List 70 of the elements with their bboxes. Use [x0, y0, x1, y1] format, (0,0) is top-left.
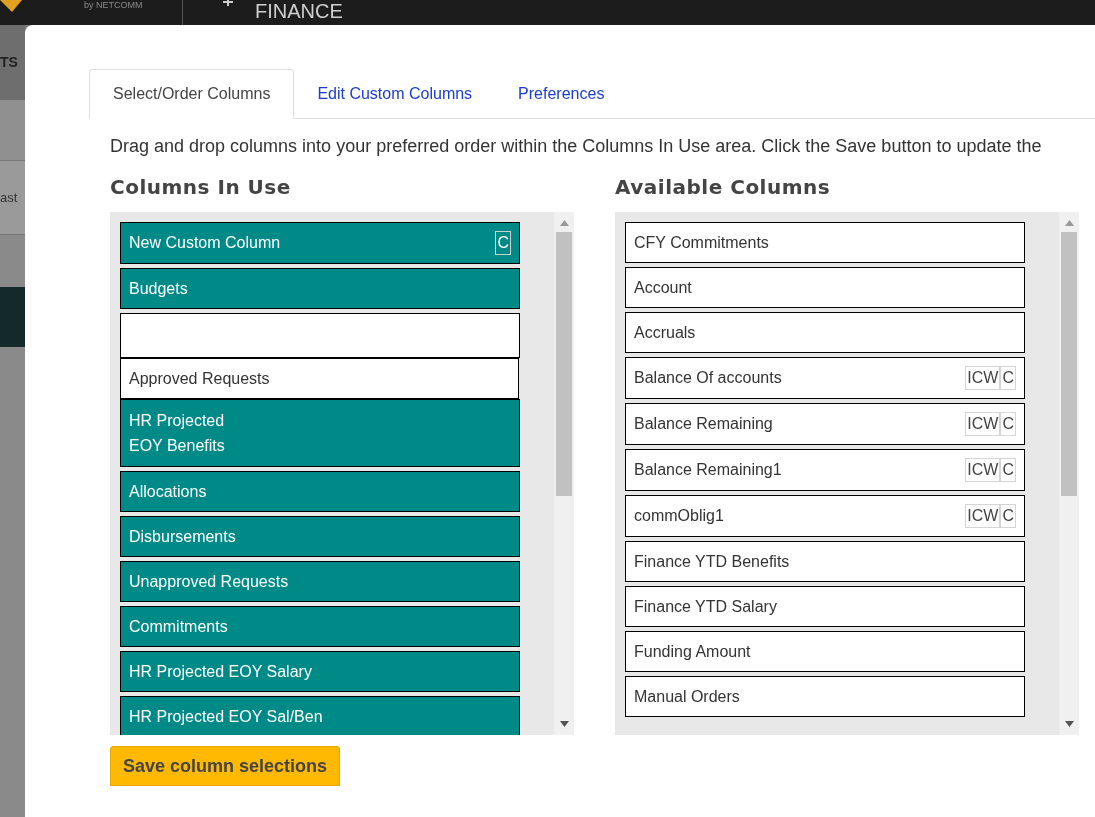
- column-label: Accruals: [634, 322, 696, 343]
- scrollbar-thumb[interactable]: [556, 232, 572, 496]
- column-label: Unapproved Requests: [129, 571, 289, 592]
- column-item[interactable]: Allocations: [120, 471, 520, 512]
- scroll-down-icon[interactable]: [1064, 721, 1074, 727]
- column-item[interactable]: Funding Amount: [625, 631, 1025, 672]
- column-label: Allocations: [129, 481, 207, 502]
- panel-heading: Columns In Use: [110, 174, 292, 200]
- column-item[interactable]: CFY Commitments: [625, 222, 1025, 263]
- tab[interactable]: Preferences: [495, 69, 628, 118]
- sidebar-row: [0, 287, 25, 347]
- scrollbar[interactable]: [1059, 212, 1079, 735]
- column-item[interactable]: Accruals: [625, 312, 1025, 353]
- column-item[interactable]: Balance Remaining1 ICW C: [625, 449, 1025, 491]
- column-tag[interactable]: C: [1000, 458, 1016, 482]
- column-label: HR Projected EOY Benefits: [129, 411, 225, 456]
- column-label: Balance Remaining: [634, 414, 773, 434]
- column-tag[interactable]: C: [1000, 504, 1016, 528]
- column-item[interactable]: HR Projected EOY Salary: [120, 651, 520, 692]
- column-label: CFY Commitments: [634, 232, 769, 253]
- column-label: Manual Orders: [634, 686, 740, 707]
- column-item[interactable]: Account: [625, 267, 1025, 308]
- column-label: Commitments: [129, 616, 228, 637]
- column-item[interactable]: Balance Of accounts ICW C: [625, 357, 1025, 399]
- column-label: commOblig1: [634, 506, 724, 526]
- column-label: Balance Of accounts: [634, 368, 782, 388]
- column-label: Disbursements: [129, 526, 236, 547]
- sidebar-item[interactable]: ast: [0, 187, 18, 208]
- scrollbar-thumb[interactable]: [1061, 232, 1077, 496]
- column-label: Balance Remaining1: [634, 460, 782, 480]
- column-item[interactable]: commOblig1 ICW C: [625, 495, 1025, 537]
- column-tag[interactable]: C: [1000, 366, 1016, 390]
- logo-tagline: by NETCOMM: [84, 0, 143, 10]
- scrollbar[interactable]: [554, 212, 574, 735]
- scroll-down-icon[interactable]: [559, 721, 569, 727]
- column-item[interactable]: New Custom Column C: [120, 222, 520, 264]
- dragged-column-item[interactable]: Approved Requests: [120, 358, 519, 399]
- column-tag[interactable]: ICW: [965, 412, 1001, 436]
- column-item[interactable]: Balance Remaining ICW C: [625, 403, 1025, 445]
- column-label: Finance YTD Salary: [634, 596, 777, 617]
- column-item[interactable]: Commitments: [120, 606, 520, 647]
- save-button[interactable]: Save column selections: [110, 746, 341, 786]
- column-label: HR Projected EOY Sal/Ben: [129, 706, 323, 727]
- column-tag[interactable]: ICW: [965, 504, 1001, 528]
- column-label: New Custom Column: [129, 233, 281, 253]
- column-item[interactable]: Finance YTD Benefits: [625, 541, 1025, 582]
- tab[interactable]: Select/Order Columns: [89, 69, 295, 119]
- instructions-text: Drag and drop columns into your preferred order within the Columns In Use area. Click the Save button to update the: [110, 135, 1043, 157]
- column-item[interactable]: Manual Orders: [625, 676, 1025, 717]
- column-label: Budgets: [129, 278, 188, 299]
- scroll-up-icon[interactable]: [559, 220, 569, 226]
- column-tag[interactable]: C: [495, 231, 511, 255]
- plus-icon[interactable]: [223, 0, 233, 6]
- column-tag[interactable]: ICW: [965, 458, 1001, 482]
- column-label: Funding Amount: [634, 641, 751, 662]
- column-item[interactable]: Unapproved Requests: [120, 561, 520, 602]
- column-label: Account: [634, 277, 692, 298]
- column-item[interactable]: Disbursements: [120, 516, 520, 557]
- column-item[interactable]: HR Projected EOY Sal/Ben: [120, 696, 520, 735]
- tab[interactable]: Edit Custom Columns: [294, 69, 496, 118]
- column-tag[interactable]: C: [1000, 412, 1016, 436]
- scroll-up-icon[interactable]: [1064, 220, 1074, 226]
- column-item[interactable]: HR Projected EOY Benefits: [120, 399, 520, 467]
- column-item[interactable]: Budgets: [120, 268, 520, 309]
- column-item[interactable]: Finance YTD Salary: [625, 586, 1025, 627]
- page-title: FINANCE: [255, 0, 343, 24]
- column-label: Finance YTD Benefits: [634, 551, 790, 572]
- panel-heading: Available Columns: [615, 174, 832, 200]
- column-tag[interactable]: ICW: [965, 366, 1001, 390]
- column-label: HR Projected EOY Salary: [129, 661, 312, 682]
